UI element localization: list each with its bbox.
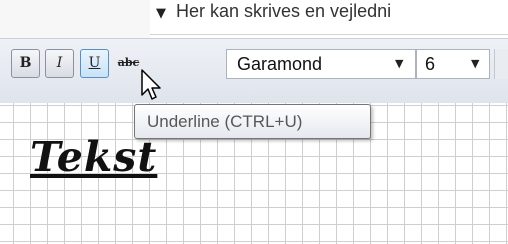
mouse-pointer-icon: [141, 69, 161, 100]
instruction-dropdown[interactable]: ▼ Her kan skrives en vejledni: [150, 0, 508, 35]
tooltip-text: Underline (CTRL+U): [147, 112, 303, 131]
italic-button[interactable]: I: [45, 49, 74, 78]
underline-button[interactable]: U: [80, 49, 109, 78]
font-family-value: Garamond: [237, 54, 323, 74]
strikethrough-button[interactable]: abc: [114, 49, 143, 78]
font-size-select[interactable]: 6 ▼: [416, 49, 490, 79]
size-dropdown-arrow-icon[interactable]: ▼: [471, 57, 479, 70]
font-size-value: 6: [425, 54, 436, 74]
instruction-bar-margin: [0, 0, 150, 38]
dropdown-arrow-icon[interactable]: ▼: [156, 6, 166, 21]
font-dropdown-arrow-icon[interactable]: ▼: [395, 57, 403, 70]
font-family-select[interactable]: Garamond ▼: [226, 49, 416, 79]
toolbar-overflow: [494, 49, 508, 79]
formatting-toolbar: B I U abc Garamond ▼ 6 ▼: [0, 38, 508, 104]
sample-text[interactable]: Tekst: [30, 133, 157, 181]
instruction-bar: ▼ Her kan skrives en vejledni: [0, 0, 508, 38]
instruction-text: Her kan skrives en vejledni: [176, 1, 392, 21]
bold-button[interactable]: B: [11, 49, 40, 78]
underline-tooltip: Underline (CTRL+U): [134, 104, 371, 139]
